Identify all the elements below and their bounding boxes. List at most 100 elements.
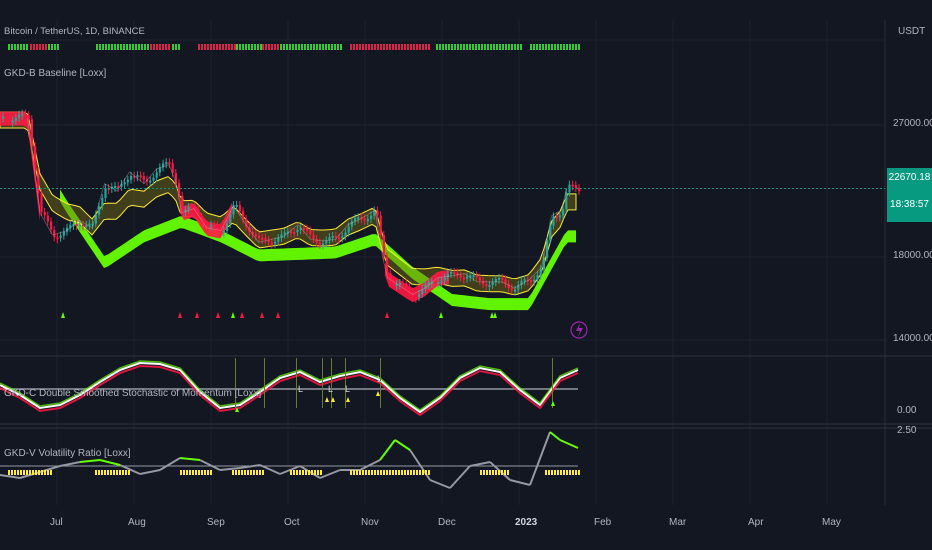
trend-dot <box>150 44 152 50</box>
candle-body <box>389 273 392 283</box>
vol-tick <box>371 470 373 475</box>
trend-dot <box>511 44 513 50</box>
trend-dot <box>478 44 480 50</box>
trend-dot <box>108 44 110 50</box>
trend-dot <box>175 44 177 50</box>
stoch-signal-bar <box>235 358 236 408</box>
vol-tick <box>359 470 361 475</box>
vol-tick <box>50 470 52 475</box>
vol-tick <box>383 470 385 475</box>
candle-body <box>56 237 59 240</box>
trend-dot <box>404 44 406 50</box>
candle-body <box>293 232 296 235</box>
trend-dot <box>365 44 367 50</box>
time-axis-label: Jul <box>50 517 63 528</box>
vol-tick <box>386 470 388 475</box>
candle-body <box>123 182 126 185</box>
trend-dot <box>328 44 330 50</box>
vol-tick <box>572 470 574 475</box>
candle-body <box>306 228 309 231</box>
candle-body <box>126 179 129 183</box>
candle-body <box>459 275 462 278</box>
candle-body <box>562 209 565 216</box>
trend-dot <box>542 44 544 50</box>
vol-tick <box>256 470 258 475</box>
candle-body <box>341 236 344 239</box>
vol-tick <box>317 470 319 475</box>
candle-body <box>536 275 539 280</box>
candle-body <box>434 281 437 284</box>
trend-dot <box>416 44 418 50</box>
trend-dot <box>454 44 456 50</box>
vol-tick <box>180 470 182 475</box>
trend-dot <box>126 44 128 50</box>
trend-dot <box>508 44 510 50</box>
trend-dot <box>448 44 450 50</box>
vol-tick <box>389 470 391 475</box>
vol-tick <box>486 470 488 475</box>
trend-dot <box>316 44 318 50</box>
vol-tick <box>201 470 203 475</box>
stochastic-indicator-title[interactable]: GKD-C Double Smoothed Stochastic of Mome… <box>4 388 261 399</box>
vol-tick <box>296 470 298 475</box>
candle-body <box>386 256 389 274</box>
volatility-indicator-title[interactable]: GKD-V Volatility Ratio [Loxx] <box>4 448 131 459</box>
trend-dot <box>216 44 218 50</box>
vol-tick <box>350 470 352 475</box>
trend-dot <box>168 44 170 50</box>
candle-body <box>229 214 232 224</box>
baseline-indicator-title[interactable]: GKD-B Baseline [Loxx] <box>4 68 106 79</box>
trend-dot <box>36 44 38 50</box>
trend-dot <box>484 44 486 50</box>
trend-dot <box>469 44 471 50</box>
trend-dot <box>260 44 262 50</box>
trend-dot <box>350 44 352 50</box>
candle-body <box>238 204 241 212</box>
candle-body <box>466 276 469 279</box>
vol-tick <box>207 470 209 475</box>
trend-dot <box>265 44 267 50</box>
candle-body <box>501 277 504 280</box>
vol-tick <box>356 470 358 475</box>
vol-tick <box>395 470 397 475</box>
candle-body <box>552 216 555 226</box>
vol-tick <box>575 470 577 475</box>
vol-tick <box>407 470 409 475</box>
vol-tick <box>259 470 261 475</box>
candle-body <box>539 269 542 276</box>
time-axis-label: Oct <box>284 517 300 528</box>
candle-body <box>402 282 405 285</box>
trend-dot <box>48 44 50 50</box>
vol-tick <box>14 470 16 475</box>
trend-dot <box>319 44 321 50</box>
candle-body <box>18 114 21 118</box>
trend-dot <box>334 44 336 50</box>
candle-body <box>475 275 478 278</box>
trend-dot <box>560 44 562 50</box>
symbol-title[interactable]: Bitcoin / TetherUS, 1D, BINANCE <box>4 26 145 37</box>
trend-dot <box>257 44 259 50</box>
vol-tick <box>569 470 571 475</box>
vol-tick <box>98 470 100 475</box>
trend-dot <box>248 44 250 50</box>
trend-dot <box>310 44 312 50</box>
vol-tick <box>495 470 497 475</box>
candle-body <box>462 277 465 280</box>
trend-dot <box>292 44 294 50</box>
trend-dot <box>228 44 230 50</box>
vol-tick <box>17 470 19 475</box>
vol-tick <box>23 470 25 475</box>
chart-svg[interactable]: L L L L <box>0 0 932 550</box>
trend-dot <box>472 44 474 50</box>
trend-dot <box>410 44 412 50</box>
candle-body <box>370 215 373 220</box>
candle-body <box>290 231 293 234</box>
candle-body <box>530 280 533 283</box>
trend-dot <box>563 44 565 50</box>
trend-dot <box>389 44 391 50</box>
trend-dot <box>17 44 19 50</box>
vol-tick <box>498 470 500 475</box>
stoch-signal-bar <box>322 358 323 408</box>
vol-tick <box>235 470 237 475</box>
candle-body <box>510 288 513 291</box>
